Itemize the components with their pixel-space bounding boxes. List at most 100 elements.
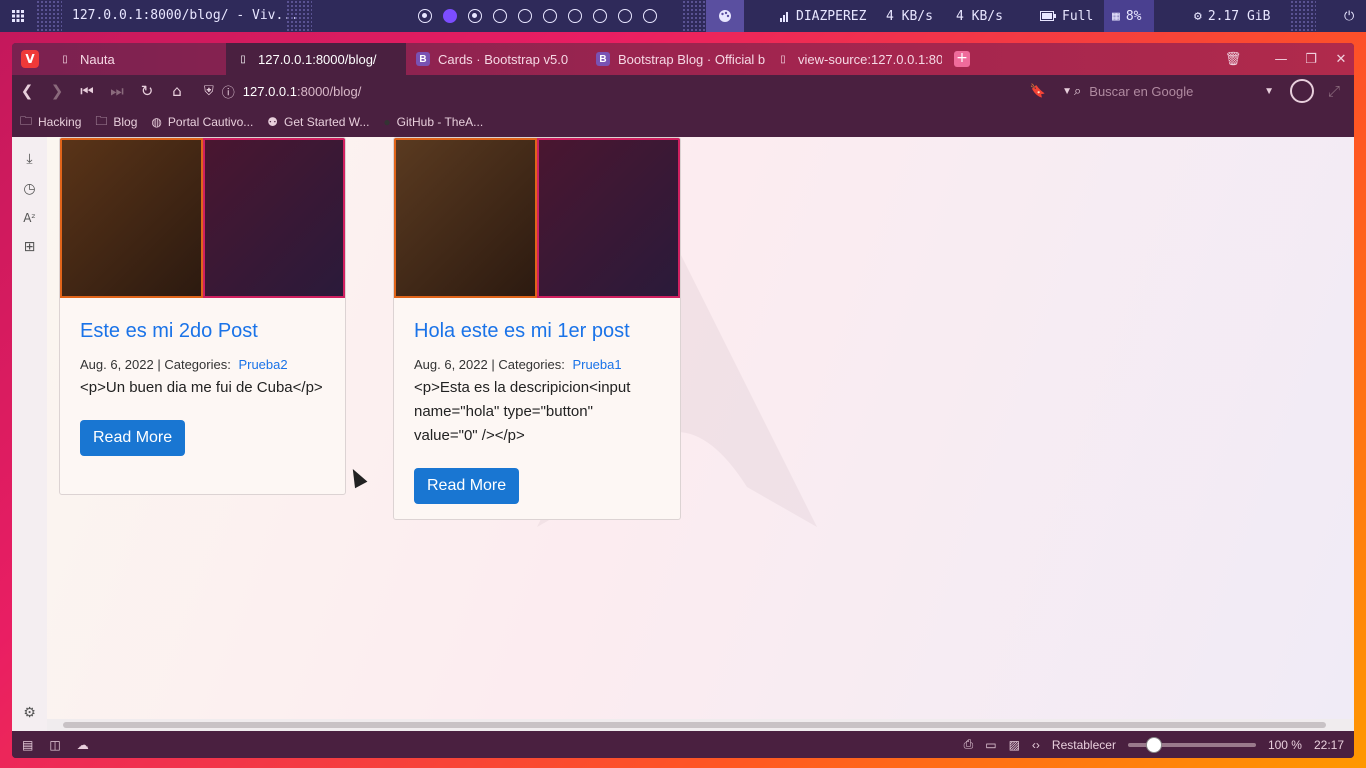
category-link[interactable]: Prueba1 [572, 357, 621, 372]
thumbnail-terminal-pane [537, 138, 680, 298]
bootstrap-icon: B [596, 52, 610, 66]
shield-icon: ⛨ [204, 83, 214, 98]
bookmark-icon[interactable]: 🔖 [1030, 83, 1046, 99]
back-icon[interactable]: ❮ [12, 82, 42, 100]
tab-bootstrap-blog[interactable]: B Bootstrap Blog · Official b [586, 43, 766, 75]
url-field[interactable]: ⛨ ⓘ 127.0.0.1:8000/blog/ 🔖 ▼ [204, 79, 1072, 103]
workspace-dot[interactable] [568, 9, 582, 23]
workspace-dot[interactable] [543, 9, 557, 23]
maximize-icon[interactable]: ❐ [1298, 52, 1324, 67]
cpu-indicator[interactable]: ▦ 8% [1104, 0, 1154, 32]
capture-icon[interactable]: ⎙ [964, 737, 974, 752]
sync-cloud-icon[interactable]: ☁ [77, 738, 89, 752]
downloads-icon[interactable]: ⤓ [26, 151, 32, 167]
workspace-switcher[interactable] [418, 9, 657, 23]
workspace-dot[interactable] [593, 9, 607, 23]
post-description: <p>Esta es la descripicion<input name="h… [414, 379, 631, 444]
tab-blog[interactable]: ▯ 127.0.0.1:8000/blog/ [226, 43, 406, 75]
translate-icon[interactable]: Aᶻ [23, 211, 36, 225]
images-icon[interactable]: ▨ [1009, 738, 1020, 752]
page-icon: ▯ [780, 53, 786, 65]
code-icon[interactable]: ‹› [1032, 738, 1040, 752]
post-title[interactable]: Hola este es mi 1er post [414, 320, 660, 343]
side-panel: ⤓ ◷ Aᶻ ⊞ ⚙ [12, 137, 47, 731]
settings-gear-icon[interactable]: ⚙ [23, 705, 36, 721]
new-tab-button[interactable]: + [954, 51, 970, 67]
fast-forward-icon[interactable]: ⏭ [102, 82, 132, 100]
history-icon[interactable]: ◷ [23, 181, 35, 197]
app-menu-icon[interactable] [0, 0, 36, 32]
post-card: Hola este es mi 1er post Aug. 6, 2022 | … [393, 137, 681, 520]
zoom-reset-button[interactable]: Restablecer [1052, 738, 1116, 752]
net-down: 4 KB/s [878, 0, 941, 32]
power-icon[interactable]: ⏻ [1336, 0, 1362, 32]
workspace-dot[interactable] [468, 9, 482, 23]
category-link[interactable]: Prueba2 [238, 357, 287, 372]
minimize-icon[interactable]: — [1268, 52, 1294, 67]
extensions-icon[interactable]: ⤢ [1328, 82, 1340, 100]
net-down-label: 4 KB/s [886, 8, 933, 24]
vivaldi-menu-button[interactable]: V [12, 43, 48, 75]
tab-tiling-icon[interactable]: ◫ [49, 738, 60, 752]
workspace-dot[interactable] [618, 9, 632, 23]
tab-view-source[interactable]: ▯ view-source:127.0.0.1:800 [766, 43, 942, 75]
memory-indicator[interactable]: ⚙ 2.17 GiB [1186, 0, 1278, 32]
tile-icon[interactable]: ▭ [985, 738, 996, 752]
workspace-dot[interactable] [443, 9, 457, 23]
battery-indicator[interactable]: Full [1032, 0, 1101, 32]
vivaldi-logo-icon: V [21, 50, 39, 68]
tab-label: 127.0.0.1:8000/blog/ [258, 51, 377, 67]
status-bar: ▤ ◫ ☁ ⎙ ▭ ▨ ‹› Restablecer 100 % 22:17 [12, 731, 1354, 758]
panel-decoration [286, 0, 312, 32]
bookmark-label: Get Started W... [284, 115, 370, 129]
chevron-down-icon[interactable]: ▼ [1264, 86, 1274, 97]
home-icon[interactable]: ⌂ [162, 82, 192, 100]
thumbnail-terminal-pane [394, 138, 537, 298]
panel-toggle-icon[interactable]: ▤ [22, 738, 33, 752]
workspace-dot[interactable] [518, 9, 532, 23]
panel-decoration [1290, 0, 1316, 32]
bookmark-github[interactable]: ● GitHub - TheA... [383, 115, 483, 129]
scrollbar-thumb[interactable] [63, 722, 1326, 728]
post-card: Este es mi 2do Post Aug. 6, 2022 | Categ… [59, 137, 346, 495]
search-field[interactable]: ⌕ Buscar en Google ▼ [1074, 79, 1274, 103]
github-icon: ● [383, 115, 391, 129]
workspace-dot[interactable] [643, 9, 657, 23]
tab-nauta[interactable]: ▯ Nauta [48, 43, 226, 75]
bookmark-portal-cautivo[interactable]: ◍ Portal Cautivo... [151, 115, 253, 129]
workspace-dot[interactable] [493, 9, 507, 23]
thumbnail-terminal-pane [202, 138, 345, 298]
info-icon[interactable]: ⓘ [222, 82, 235, 101]
tab-bootstrap-cards[interactable]: B Cards · Bootstrap v5.0 [406, 43, 586, 75]
system-panel: 127.0.0.1:8000/blog/ - Viv... DIAZPEREZ … [0, 0, 1366, 32]
bookmark-label: GitHub - TheA... [396, 115, 484, 129]
bookmark-folder-hacking[interactable]: 🗀 Hacking [20, 112, 81, 133]
profile-avatar-icon[interactable] [1290, 79, 1314, 103]
trash-icon[interactable]: 🗑 [1220, 52, 1246, 67]
tab-label: Cards · Bootstrap v5.0 [438, 51, 569, 67]
zoom-slider[interactable] [1127, 736, 1256, 753]
horizontal-scrollbar[interactable] [47, 719, 1354, 731]
bookmark-label: Hacking [38, 115, 82, 129]
net-up: 4 KB/s [948, 0, 1011, 32]
window-controls: 🗑 — ❐ ✕ [1220, 43, 1354, 75]
bookmark-folder-blog[interactable]: 🗀 Blog [95, 112, 137, 133]
workspace-dot[interactable] [418, 9, 432, 23]
read-more-button[interactable]: Read More [414, 468, 520, 504]
tab-bar: V ▯ Nauta ▯ 127.0.0.1:8000/blog/ B Cards · … [12, 43, 1354, 75]
post-title[interactable]: Este es mi 2do Post [80, 320, 325, 343]
read-more-button[interactable]: Read More [80, 420, 186, 456]
chevron-down-icon[interactable]: ▼ [1062, 86, 1072, 97]
page-icon: ▯ [62, 53, 68, 65]
folder-icon: 🗀 [95, 113, 108, 128]
forward-icon[interactable]: ❯ [42, 82, 72, 100]
browser-window: V ▯ Nauta ▯ 127.0.0.1:8000/blog/ B Cards · … [12, 43, 1354, 758]
add-panel-icon[interactable]: ⊞ [24, 239, 36, 255]
palette-icon[interactable] [706, 0, 744, 32]
close-icon[interactable]: ✕ [1328, 52, 1354, 67]
user-indicator[interactable]: DIAZPEREZ [772, 0, 874, 32]
zoom-slider-knob[interactable] [1145, 736, 1162, 753]
rewind-icon[interactable]: ⏮ [72, 82, 102, 100]
bookmark-get-started[interactable]: ⚉ Get Started W... [267, 115, 369, 129]
reload-icon[interactable]: ↻ [132, 82, 162, 100]
